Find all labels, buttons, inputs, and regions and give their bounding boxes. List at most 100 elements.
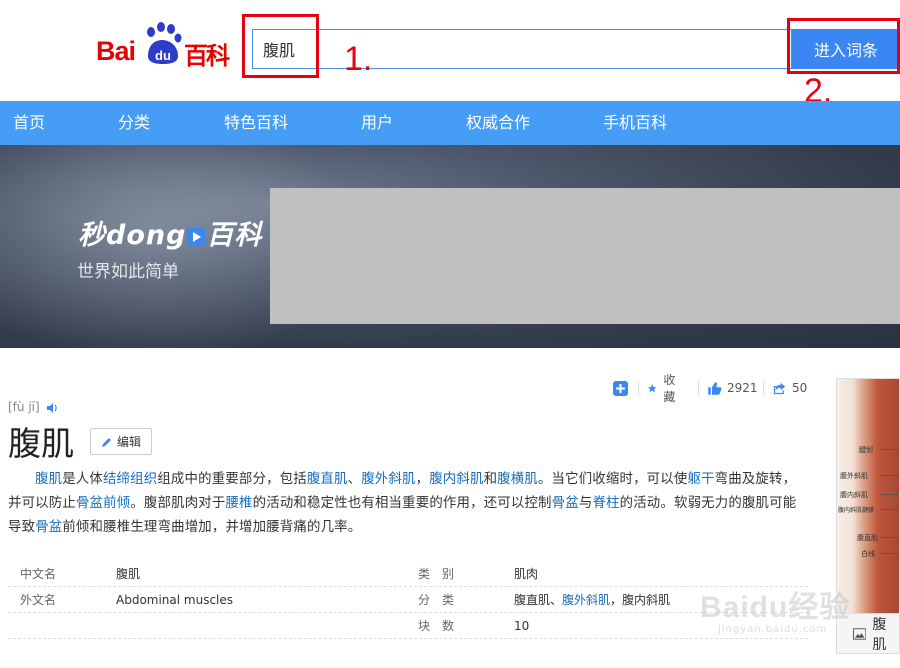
entry-link[interactable]: 躯干: [687, 472, 714, 487]
anatomy-label: 腹外斜肌: [840, 472, 868, 480]
nav-item-mobile[interactable]: 手机百科: [603, 101, 667, 145]
info-row: 中文名 腹肌 类 别 肌肉: [8, 561, 808, 587]
annotation-box-1: [242, 14, 319, 78]
nav-item-featured[interactable]: 特色百科: [224, 101, 288, 145]
page-root: Bai du 百科 进入词条 1. 2. 首页 分类 特色百科 用户 权威合作 …: [0, 0, 900, 668]
info-row: 外文名 Abdominal muscles 分 类 腹直肌、腹外斜肌，腹内斜肌: [8, 587, 808, 613]
leader-line: [881, 509, 899, 510]
entry-summary: 腹肌是人体结缔组织组成中的重要部分，包括腹直肌、腹外斜肌，腹内斜肌和腹横肌。当它…: [8, 468, 808, 540]
leader-line: [881, 475, 899, 476]
info-key: 中文名: [20, 567, 57, 581]
info-value-classify: 腹直肌、腹外斜肌，腹内斜肌: [514, 587, 670, 613]
info-key: 块 数: [418, 619, 455, 633]
miaodong-baike-logo[interactable]: 秒dong 百科: [78, 213, 262, 252]
info-key: 类 别: [418, 567, 455, 581]
pencil-icon: [101, 437, 111, 447]
search-box[interactable]: [252, 29, 792, 69]
collect-label: 收藏: [663, 373, 676, 404]
add-button[interactable]: [613, 378, 628, 398]
entry-text: 的活动和稳定性也有相当重要的作用，还可以控制: [252, 496, 552, 511]
leader-line: [881, 553, 899, 554]
search-input[interactable]: [263, 30, 763, 68]
nav-item-users[interactable]: 用户: [361, 101, 393, 145]
leader-line: [881, 537, 899, 538]
entry-text: 与: [578, 496, 593, 511]
anatomy-label: 白线: [861, 550, 875, 558]
leader-line: [881, 494, 899, 495]
pinyin-text: [fù jī]: [8, 400, 40, 414]
anatomy-label: 腹内斜肌腱膜: [838, 507, 875, 514]
paw-icon: du: [147, 22, 182, 64]
star-icon: [647, 383, 657, 392]
logo-du-text: du: [155, 48, 171, 63]
annotation-label-1: 1.: [344, 40, 373, 78]
nav-item-category[interactable]: 分类: [118, 101, 150, 145]
anatomy-label: 腹直肌: [857, 534, 878, 542]
info-value: 腹肌: [116, 567, 141, 581]
divider: [763, 381, 764, 395]
entry-link[interactable]: 骨盆: [35, 520, 62, 535]
banner-logo-text-2: 百科: [206, 220, 263, 251]
info-key: 外文名: [20, 593, 57, 607]
logo-baike-text: 百科: [184, 42, 230, 70]
entry-text: 和: [483, 472, 498, 487]
edit-label: 编辑: [116, 435, 141, 449]
watermark-url: jingyan.baidu.com: [718, 624, 828, 635]
info-value: 肌肉: [514, 567, 539, 581]
entry-link[interactable]: 腹内斜肌: [429, 472, 483, 487]
share-icon: [773, 382, 786, 394]
anatomy-label: 腹内斜肌: [840, 491, 868, 499]
info-key: 分 类: [418, 593, 455, 607]
entry-text: ，: [415, 472, 430, 487]
collect-button[interactable]: 收藏: [647, 373, 680, 404]
annotation-box-2: [787, 18, 900, 74]
entry-text: 组成中的重要部分，包括: [157, 472, 307, 487]
nav-item-authority[interactable]: 权威合作: [466, 101, 530, 145]
share-count: 50: [792, 381, 808, 395]
entry-text: 前倾和腰椎生理弯曲增加，并增加腰背痛的几率。: [62, 520, 362, 535]
nav-item-home[interactable]: 首页: [13, 101, 45, 145]
info-value: 10: [514, 619, 530, 633]
entry-link[interactable]: 腹横肌: [497, 472, 538, 487]
entry-link[interactable]: 腹外斜肌: [361, 472, 415, 487]
like-button[interactable]: 2921: [707, 378, 758, 398]
info-value: Abdominal muscles: [116, 593, 234, 607]
baidu-baike-logo[interactable]: Bai du 百科: [96, 22, 236, 70]
edit-button[interactable]: 编辑: [90, 428, 152, 455]
classify-text: ，腹内斜肌: [610, 593, 671, 607]
share-button[interactable]: 50: [772, 378, 807, 398]
banner: 秒dong 百科 世界如此简单: [0, 145, 900, 348]
entry-link[interactable]: 腹肌: [35, 472, 62, 487]
play-icon: [187, 227, 206, 246]
main-nav: 首页 分类 特色百科 用户 权威合作 手机百科: [0, 101, 900, 145]
entry-title: 腹肌: [8, 424, 74, 463]
classify-link[interactable]: 腹外斜肌: [562, 593, 610, 607]
entry-link[interactable]: 腹直肌: [307, 472, 348, 487]
entry-text: 、: [347, 472, 362, 487]
entry-link[interactable]: 结缔组织: [103, 472, 157, 487]
entry-text: 是人体: [62, 472, 103, 487]
speaker-icon[interactable]: [46, 402, 59, 413]
pinyin: [fù jī]: [8, 400, 59, 414]
like-count: 2921: [727, 381, 758, 395]
leader-line: [881, 449, 899, 450]
plus-icon: [613, 380, 628, 396]
classify-text: 腹直肌、: [514, 593, 563, 607]
baidu-jingyan-watermark: Baidu经验 jingyan.baidu.com: [700, 572, 900, 652]
entry-link[interactable]: 骨盆: [552, 496, 579, 511]
entry-link[interactable]: 脊柱: [592, 496, 619, 511]
banner-ad-placeholder[interactable]: [270, 188, 900, 324]
banner-slogan: 世界如此简单: [77, 262, 179, 282]
entry-text: 。当它们收缩时，可以使: [537, 472, 688, 487]
divider: [698, 381, 699, 395]
entry-link[interactable]: 骨盆前倾: [76, 496, 130, 511]
banner-logo-text-1: 秒dong: [78, 220, 187, 251]
entry-text: 。腹部肌肉对于: [130, 496, 226, 511]
thumbs-up-icon: [708, 381, 722, 395]
info-row: 块 数 10: [8, 613, 808, 639]
entry-link[interactable]: 腰椎: [225, 496, 252, 511]
divider: [638, 381, 639, 395]
anatomy-label: 腱划: [859, 446, 873, 454]
logo-bai-text: Bai: [96, 36, 136, 66]
watermark-title: Baidu经验: [700, 591, 851, 624]
